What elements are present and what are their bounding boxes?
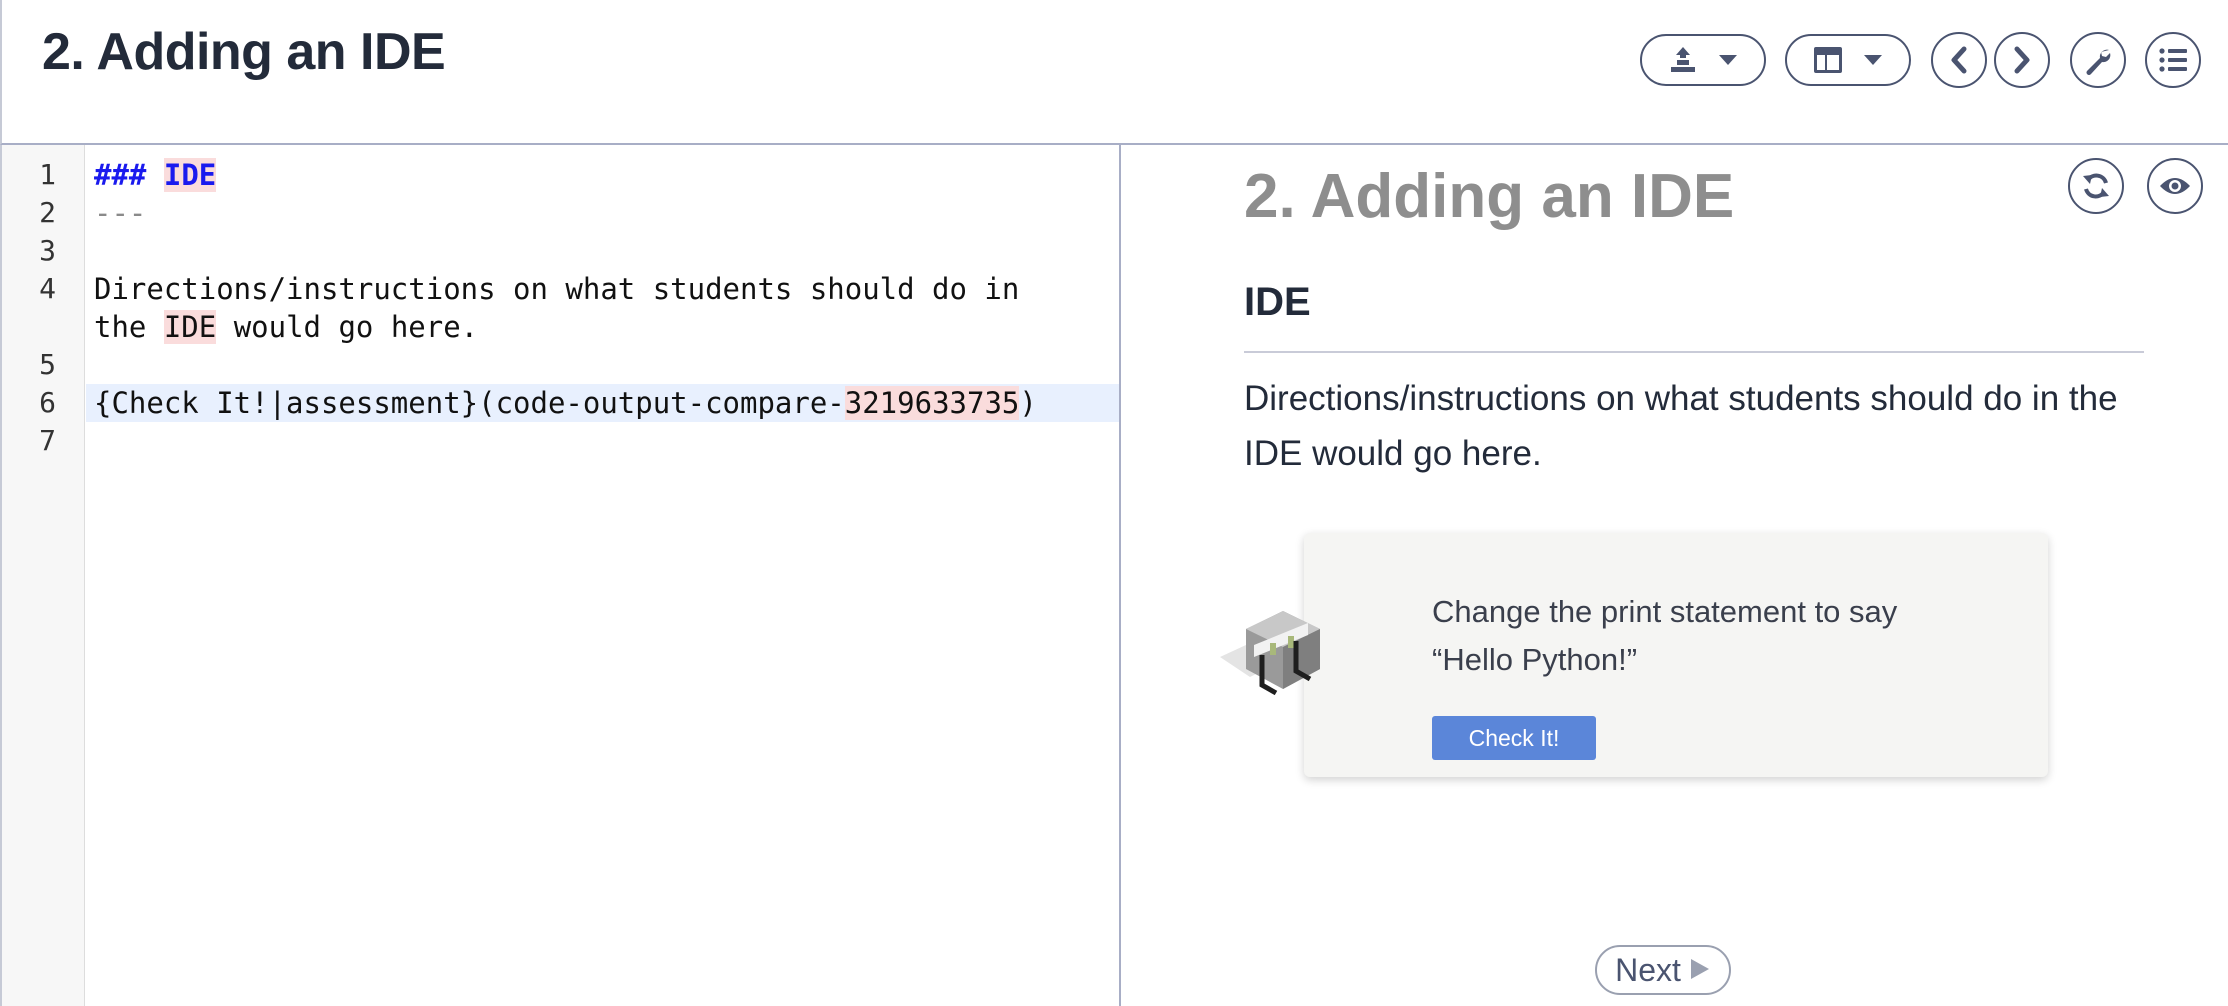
chevron-down-icon <box>1863 53 1883 67</box>
markdown-rule: --- <box>94 196 147 230</box>
toggle-preview-button[interactable] <box>2147 158 2203 214</box>
table-of-contents-button[interactable] <box>2145 32 2201 88</box>
list-icon <box>2158 47 2188 73</box>
line-number: 1 <box>39 158 56 191</box>
line-number: 7 <box>39 424 56 457</box>
code-line-4[interactable]: Directions/instructions on what students… <box>94 270 1119 308</box>
horizontal-rule <box>1244 351 2144 353</box>
refresh-preview-button[interactable] <box>2068 158 2124 214</box>
next-button[interactable]: Next <box>1595 945 1731 995</box>
markdown-editor[interactable]: 1 2 3 4 5 6 7 ### IDE --- Directions/ins… <box>0 145 1121 1006</box>
code-text: the <box>94 310 164 344</box>
teacher-menu-button[interactable] <box>1640 34 1766 86</box>
line-number: 2 <box>39 196 56 229</box>
line-number-gutter: 1 2 3 4 5 6 7 <box>2 145 85 1006</box>
eye-icon <box>2158 174 2192 198</box>
wrench-icon <box>2083 45 2113 75</box>
page-header: 2. Adding an IDE <box>0 0 2228 145</box>
preview-heading: IDE <box>1244 280 1311 324</box>
code-highlight: 3219633735 <box>844 386 1020 420</box>
preview-title: 2. Adding an IDE <box>1244 162 1735 231</box>
line-number: 3 <box>39 234 56 267</box>
code-line-1[interactable]: ### IDE <box>94 156 1119 194</box>
code-text: Directions/instructions on what students… <box>94 272 1020 306</box>
play-icon <box>1689 952 1711 989</box>
code-line-2[interactable]: --- <box>94 194 1119 232</box>
code-line-4-wrap[interactable]: the IDE would go here. <box>94 308 1119 346</box>
settings-button[interactable] <box>2070 32 2126 88</box>
next-page-button[interactable] <box>1994 32 2050 88</box>
line-number: 4 <box>39 272 56 305</box>
refresh-icon <box>2080 170 2112 202</box>
chevron-right-icon <box>2011 46 2033 74</box>
teacher-hat-icon <box>1668 45 1698 75</box>
check-it-button[interactable]: Check It! <box>1432 716 1596 760</box>
code-text: would go here. <box>216 310 479 344</box>
chevron-left-icon <box>1948 46 1970 74</box>
preview-pane: 2. Adding an IDE IDE Directions/instruct… <box>1122 145 2228 1006</box>
layout-icon <box>1813 46 1843 74</box>
code-text: ) <box>1019 386 1037 420</box>
previous-page-button[interactable] <box>1931 32 1987 88</box>
page-title: 2. Adding an IDE <box>42 23 446 81</box>
hurdle-icon <box>1218 585 1358 720</box>
line-number: 6 <box>39 386 56 419</box>
code-highlight: IDE <box>163 310 217 344</box>
preview-paragraph: Directions/instructions on what students… <box>1244 379 2118 473</box>
next-label: Next <box>1615 951 1681 988</box>
markdown-heading-text: IDE <box>163 158 217 192</box>
markdown-heading-marker: ### <box>94 158 147 192</box>
layout-menu-button[interactable] <box>1785 34 1911 86</box>
line-number: 5 <box>39 348 56 381</box>
chevron-down-icon <box>1718 53 1738 67</box>
assessment-prompt: Change the print statement to say “Hello… <box>1432 594 1898 677</box>
code-line-6[interactable]: {Check It!|assessment}(code-output-compa… <box>86 384 1119 422</box>
code-text: {Check It!|assessment}(code-output-compa… <box>94 386 845 420</box>
